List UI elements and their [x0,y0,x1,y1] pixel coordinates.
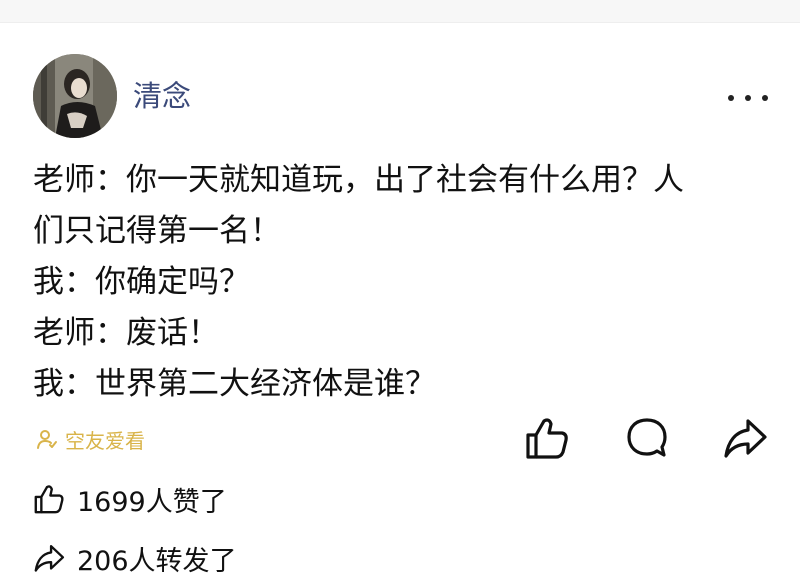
post-line: 我：你确定吗？ [33,264,250,300]
reposts-count[interactable]: 206人转发了 [33,540,237,577]
post-line: 们只记得第一名！ [33,213,281,249]
more-icon[interactable] [728,86,768,110]
thumbs-up-icon [526,418,568,459]
comment-button[interactable] [624,415,670,461]
post-line: 我：世界第二大经济体是谁？ [33,366,436,402]
thumbs-up-icon [34,485,64,514]
reposts-text: 206人转发了 [77,545,237,577]
more-dot [745,95,751,101]
share-icon [724,419,767,458]
share-icon [34,544,65,572]
post-line: 老师：废话！ [33,315,219,351]
avatar-photo [33,54,117,138]
post-body: 老师：你一天就知道玩，出了社会有什么用？人 们只记得第一名！ 我：你确定吗？ 老… [33,155,773,410]
likes-count[interactable]: 1699人赞了 [33,481,227,518]
share-button[interactable] [722,415,768,461]
avatar[interactable] [33,54,117,138]
action-bar [0,415,800,461]
status-bar-strip [0,0,800,23]
username[interactable]: 清念 [133,78,191,114]
comment-icon [627,418,667,457]
post-line: 老师：你一天就知道玩，出了社会有什么用？人 [33,162,684,198]
more-dot [762,95,768,101]
likes-text: 1699人赞了 [77,486,227,518]
like-button[interactable] [524,415,570,461]
more-dot [728,95,734,101]
